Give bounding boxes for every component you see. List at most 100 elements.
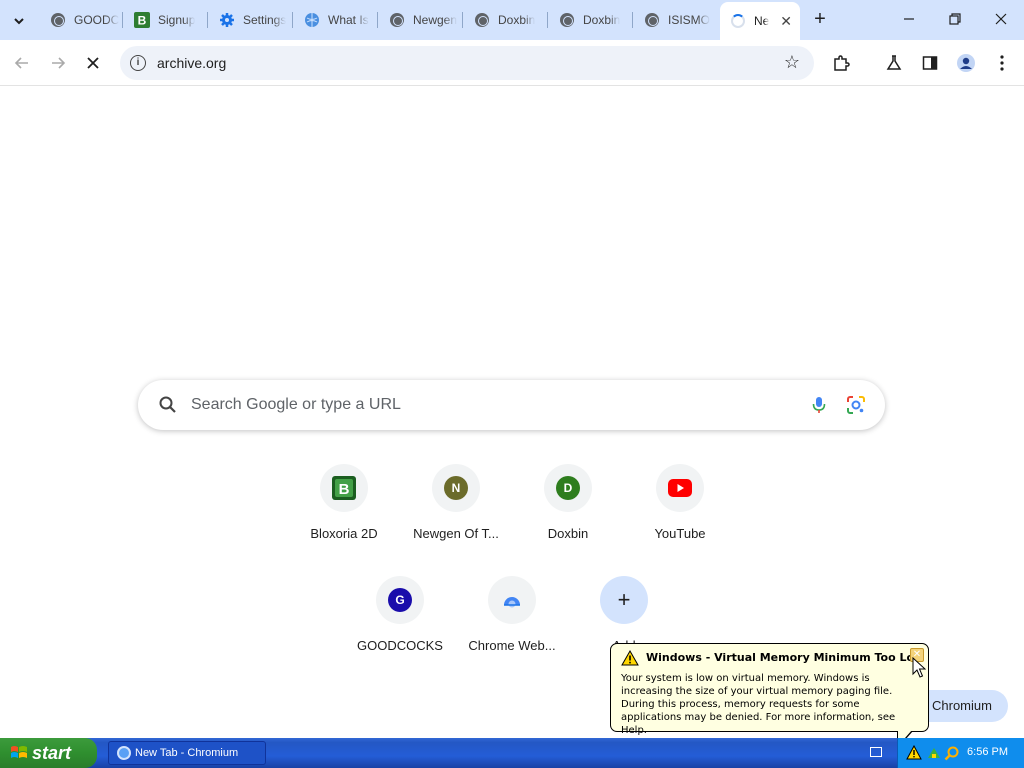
address-bar-url[interactable]: archive.org <box>157 55 226 71</box>
shortcut-icon-circle: + <box>600 576 648 624</box>
google-lens-icon[interactable] <box>846 395 866 415</box>
side-panel-button[interactable] <box>915 48 945 78</box>
close-icon <box>995 13 1007 25</box>
restore-button[interactable] <box>932 6 978 34</box>
tab-isismo[interactable]: ISISMO <box>634 6 716 34</box>
chromium-icon <box>117 746 131 760</box>
shortcut-tile[interactable]: G GOODCOCKS <box>344 568 456 668</box>
shortcut-label: YouTube <box>654 526 706 541</box>
shortcut-label: Doxbin <box>547 526 589 541</box>
tray-search-icon[interactable] <box>944 745 960 761</box>
kebab-menu-icon <box>1000 55 1004 71</box>
bloxoria-icon: B <box>332 476 356 500</box>
plus-icon: + <box>617 587 631 612</box>
site-info-icon[interactable]: i <box>130 55 146 71</box>
close-window-button[interactable] <box>978 6 1024 34</box>
globe-icon <box>389 12 405 28</box>
tab-doxbin-2[interactable]: Doxbin <box>549 6 631 34</box>
loading-spinner-icon <box>730 13 746 29</box>
search-icon <box>159 396 176 413</box>
shortcut-tile[interactable]: YouTube <box>624 456 736 556</box>
keyboard-icon[interactable] <box>870 747 882 757</box>
shortcut-tile[interactable]: D Doxbin <box>512 456 624 556</box>
chevron-down-icon <box>14 18 24 25</box>
customize-label: Chromium <box>932 698 992 713</box>
shortcut-label: Chrome Web... <box>468 638 556 653</box>
shortcut-tile[interactable]: B Bloxoria 2D <box>288 456 400 556</box>
browser-toolbar: i archive.org ☆ <box>0 40 1024 86</box>
tab-close-icon[interactable]: ✕ <box>780 13 792 30</box>
svg-text:B: B <box>339 481 350 498</box>
tab-settings[interactable]: Settings <box>209 6 291 34</box>
address-bar[interactable]: i archive.org ☆ <box>120 46 814 80</box>
shortcut-icon-circle: N <box>432 464 480 512</box>
tab-title: Doxbin <box>498 13 536 27</box>
bookmark-star-icon[interactable]: ☆ <box>784 52 800 73</box>
start-button[interactable]: start <box>0 738 97 768</box>
labs-button[interactable] <box>879 48 909 78</box>
arrow-right-icon <box>52 57 66 69</box>
tab-newgen[interactable]: Newgen <box>379 6 461 34</box>
tab-goodc[interactable]: GOODC <box>40 6 122 34</box>
balloon-message: Your system is low on virtual memory. Wi… <box>621 673 896 736</box>
extensions-button[interactable] <box>826 48 856 78</box>
tab-title: Ne <box>754 14 770 28</box>
globe-icon <box>559 12 575 28</box>
minimize-icon <box>904 18 914 20</box>
menu-button[interactable] <box>987 48 1017 78</box>
tab-what-is[interactable]: What Is <box>294 6 376 34</box>
clock[interactable]: 6:56 PM <box>967 746 1008 758</box>
avatar-icon <box>957 54 975 72</box>
search-placeholder[interactable]: Search Google or type a URL <box>191 396 401 414</box>
tab-new-tab-active[interactable]: Ne ✕ <box>720 2 800 40</box>
shortcut-icon-circle <box>488 576 536 624</box>
tray-network-icon[interactable] <box>926 745 942 761</box>
tab-title: ISISMO <box>668 13 711 27</box>
shortcut-tile[interactable]: N Newgen Of T... <box>400 456 512 556</box>
forward-button[interactable] <box>43 48 73 78</box>
youtube-icon <box>668 479 692 497</box>
tab-title: Newgen <box>413 13 458 27</box>
restore-icon <box>949 13 961 25</box>
taskbar-window-title: New Tab - Chromium <box>135 747 239 759</box>
start-label: start <box>32 743 72 763</box>
windows-taskbar: start New Tab - Chromium 6:56 PM <box>0 738 1024 768</box>
tab-search-button[interactable] <box>6 8 32 34</box>
tab-separator <box>207 12 208 28</box>
tab-title: Settings <box>243 13 287 27</box>
windows-logo-icon <box>11 746 27 758</box>
stop-loading-button[interactable] <box>78 48 108 78</box>
arrow-left-icon <box>14 57 28 69</box>
shortcut-icon-circle: G <box>376 576 424 624</box>
tab-title: What Is <box>328 13 369 27</box>
tab-separator <box>547 12 548 28</box>
tab-separator <box>462 12 463 28</box>
microphone-icon[interactable] <box>809 395 829 415</box>
mouse-cursor-icon <box>912 657 926 678</box>
tab-title: Doxbin <box>583 13 621 27</box>
minimize-button[interactable] <box>886 6 932 34</box>
shortcut-icon-circle: B <box>320 464 368 512</box>
balloon-title: Windows - Virtual Memory Minimum Too Low <box>646 651 925 664</box>
shortcut-tile[interactable]: Chrome Web... <box>456 568 568 668</box>
warning-icon <box>621 650 639 666</box>
tab-separator <box>377 12 378 28</box>
letter-n-icon: N <box>444 476 468 500</box>
profile-button[interactable] <box>951 48 981 78</box>
virtual-memory-balloon[interactable]: Windows - Virtual Memory Minimum Too Low… <box>610 643 929 736</box>
shortcut-label: Bloxoria 2D <box>310 526 378 541</box>
ntp-search-box[interactable]: Search Google or type a URL <box>138 380 885 430</box>
taskbar-window-button[interactable]: New Tab - Chromium <box>108 741 266 765</box>
bloxoria-icon: B <box>134 12 150 28</box>
shortcut-icon-circle: D <box>544 464 592 512</box>
tab-doxbin[interactable]: Doxbin <box>464 6 546 34</box>
tab-separator <box>632 12 633 28</box>
shortcut-label: GOODCOCKS <box>357 638 443 653</box>
back-button[interactable] <box>7 48 37 78</box>
side-panel-icon <box>922 56 938 70</box>
new-tab-button[interactable]: + <box>808 8 832 32</box>
tab-signup[interactable]: B Signup <box>124 6 208 34</box>
tray-warning-icon[interactable] <box>906 745 922 760</box>
globe-icon <box>644 12 660 28</box>
system-tray: 6:56 PM <box>897 738 1024 768</box>
